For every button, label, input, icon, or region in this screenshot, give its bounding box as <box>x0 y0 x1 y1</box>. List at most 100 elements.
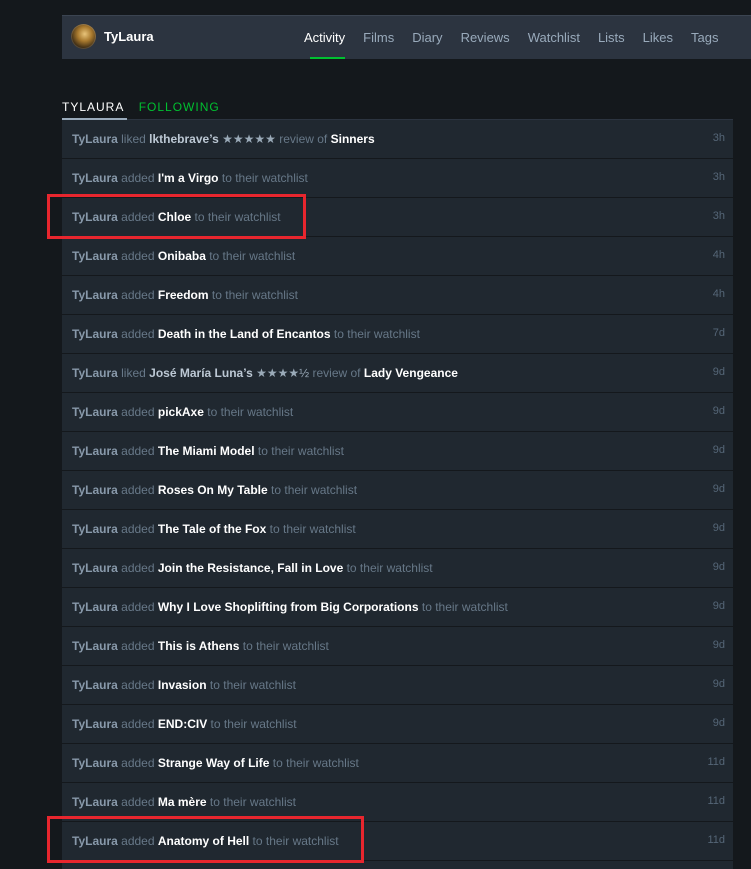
tab-likes[interactable]: Likes <box>643 30 673 45</box>
tab-tags[interactable]: Tags <box>691 30 718 45</box>
activity-reviewer[interactable]: José María Luna’s <box>149 366 253 380</box>
activity-time: 3h <box>712 210 725 222</box>
activity-film-title[interactable]: Death in the Land of Encantos <box>158 327 331 341</box>
activity-row: TyLaura added END:CIV to their watchlist… <box>62 705 733 744</box>
activity-time: 9d <box>712 600 725 612</box>
activity-actor[interactable]: TyLaura <box>72 483 118 497</box>
activity-actor[interactable]: TyLaura <box>72 288 118 302</box>
tab-diary[interactable]: Diary <box>412 30 442 45</box>
activity-text: TyLaura added END:CIV to their watchlist <box>72 717 297 731</box>
activity-time: 9d <box>712 639 725 651</box>
activity-verb: added <box>121 522 155 536</box>
activity-verb: liked <box>121 366 146 380</box>
activity-time: 9d <box>712 522 725 534</box>
activity-tail: to their watchlist <box>209 249 296 263</box>
activity-row: TyLaura added Death in the Land of Encan… <box>62 315 733 354</box>
activity-text: TyLaura added Death in the Land of Encan… <box>72 327 420 341</box>
activity-verb: added <box>121 405 155 419</box>
subnav-tab-following[interactable]: Following <box>139 100 220 114</box>
activity-actor[interactable]: TyLaura <box>72 522 118 536</box>
activity-row: TyLaura added Roses On My Table to their… <box>62 471 733 510</box>
activity-row: TyLaura added Join the Resistance, Fall … <box>62 549 733 588</box>
tab-activity[interactable]: Activity <box>304 30 346 59</box>
profile-username[interactable]: TyLaura <box>104 29 154 44</box>
tab-watchlist[interactable]: Watchlist <box>528 30 580 45</box>
activity-film-title[interactable]: Freedom <box>158 288 209 302</box>
activity-film-title[interactable]: I'm a Virgo <box>158 171 219 185</box>
activity-film-title[interactable]: The Tale of the Fox <box>158 522 266 536</box>
activity-actor[interactable]: TyLaura <box>72 600 118 614</box>
activity-row: TyLaura liked José María Luna’s ★★★★½ re… <box>62 354 733 393</box>
activity-text: TyLaura added This is Athens to their wa… <box>72 639 329 653</box>
activity-time: 11d <box>707 834 725 846</box>
activity-text: TyLaura added Why I Love Shoplifting fro… <box>72 600 508 614</box>
subnav-tab-you[interactable]: TyLaura <box>62 100 124 114</box>
activity-actor[interactable]: TyLaura <box>72 249 118 263</box>
activity-tail: to their watchlist <box>242 639 329 653</box>
activity-film-title[interactable]: This is Athens <box>158 639 240 653</box>
activity-text: TyLaura added The Miami Model to their w… <box>72 444 344 458</box>
activity-actor[interactable]: TyLaura <box>72 717 118 731</box>
rating-stars: ★★★★½ <box>256 366 310 380</box>
activity-film-title[interactable]: Lady Vengeance <box>364 366 458 380</box>
activity-text: TyLaura liked lkthebrave’s ★★★★★ review … <box>72 132 375 146</box>
activity-time: 7d <box>712 327 725 339</box>
activity-time: 3h <box>712 171 725 183</box>
activity-actor[interactable]: TyLaura <box>72 795 118 809</box>
activity-time: 4h <box>712 288 725 300</box>
activity-row: TyLaura added Strange Way of Life to the… <box>62 744 733 783</box>
activity-tail: to their watchlist <box>421 600 508 614</box>
activity-film-title[interactable]: Join the Resistance, Fall in Love <box>158 561 343 575</box>
activity-film-title[interactable]: Sinners <box>331 132 375 146</box>
activity-actor[interactable]: TyLaura <box>72 678 118 692</box>
activity-actor[interactable]: TyLaura <box>72 366 118 380</box>
activity-time: 4h <box>712 249 725 261</box>
activity-tail: to their watchlist <box>211 288 298 302</box>
tab-lists[interactable]: Lists <box>598 30 625 45</box>
activity-actor[interactable]: TyLaura <box>72 132 118 146</box>
activity-time: 9d <box>712 444 725 456</box>
tab-films[interactable]: Films <box>363 30 394 45</box>
activity-subnav: TyLaura Following <box>62 100 220 114</box>
activity-actor[interactable]: TyLaura <box>72 405 118 419</box>
activity-film-title[interactable]: Strange Way of Life <box>158 756 270 770</box>
activity-actor[interactable]: TyLaura <box>72 639 118 653</box>
activity-actor[interactable]: TyLaura <box>72 756 118 770</box>
activity-tail: to their watchlist <box>221 171 308 185</box>
activity-actor[interactable]: TyLaura <box>72 444 118 458</box>
highlight-box <box>47 816 364 863</box>
activity-mid[interactable]: review of <box>313 366 361 380</box>
activity-film-title[interactable]: Onibaba <box>158 249 206 263</box>
activity-verb: added <box>121 795 155 809</box>
activity-row: TyLaura added The Tale of the Fox to the… <box>62 510 733 549</box>
activity-film-title[interactable]: pickAxe <box>158 405 204 419</box>
activity-tail: to their watchlist <box>346 561 433 575</box>
activity-text: TyLaura added pickAxe to their watchlist <box>72 405 293 419</box>
activity-actor[interactable]: TyLaura <box>72 561 118 575</box>
tab-reviews[interactable]: Reviews <box>461 30 510 45</box>
activity-mid[interactable]: review of <box>279 132 327 146</box>
activity-tail: to their watchlist <box>209 678 296 692</box>
activity-film-title[interactable]: Ma mère <box>158 795 207 809</box>
activity-time: 9d <box>712 483 725 495</box>
profile-header: TyLaura Activity Films Diary Reviews Wat… <box>62 15 751 59</box>
activity-time: 9d <box>712 405 725 417</box>
activity-row: TyLaura added Freedom to their watchlist… <box>62 276 733 315</box>
activity-film-title[interactable]: Why I Love Shoplifting from Big Corporat… <box>158 600 419 614</box>
activity-actor[interactable]: TyLaura <box>72 327 118 341</box>
activity-verb: added <box>121 288 155 302</box>
activity-time: 9d <box>712 561 725 573</box>
activity-row: TyLaura added The Miami Model to their w… <box>62 432 733 471</box>
activity-film-title[interactable]: END:CIV <box>158 717 207 731</box>
activity-verb: added <box>121 171 155 185</box>
avatar[interactable] <box>71 24 96 49</box>
activity-time: 9d <box>712 366 725 378</box>
activity-time: 9d <box>712 717 725 729</box>
activity-row: TyLaura added Invasion to their watchlis… <box>62 666 733 705</box>
activity-actor[interactable]: TyLaura <box>72 171 118 185</box>
activity-reviewer[interactable]: lkthebrave’s <box>149 132 219 146</box>
activity-verb: added <box>121 600 155 614</box>
activity-film-title[interactable]: The Miami Model <box>158 444 255 458</box>
activity-film-title[interactable]: Invasion <box>158 678 207 692</box>
activity-film-title[interactable]: Roses On My Table <box>158 483 268 497</box>
